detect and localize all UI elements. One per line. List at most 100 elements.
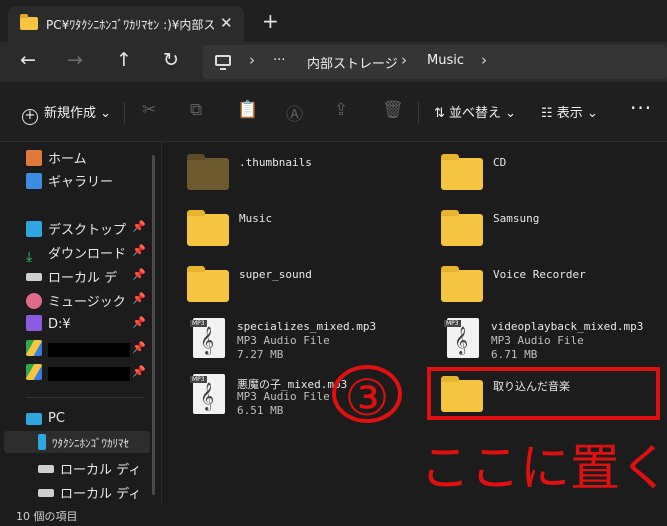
sidebar-item-downloads[interactable]: ⤓ ダウンロード 📌 <box>26 243 146 265</box>
refresh-button[interactable]: ↻ <box>163 50 179 70</box>
file-name: Voice Recorder <box>493 268 586 281</box>
copy-icon[interactable]: ⧉ <box>190 100 202 120</box>
file-type: MP3 Audio File <box>237 390 330 403</box>
forward-button[interactable]: → <box>67 50 83 70</box>
sidebar-item-label: ギャラリー <box>48 175 114 190</box>
folder-item-voice-recorder[interactable]: Voice Recorder <box>441 264 661 310</box>
pin-icon: 📌 <box>132 268 146 281</box>
cut-icon[interactable]: ✂ <box>142 100 156 120</box>
folder-item-super-sound[interactable]: super_sound <box>187 264 417 310</box>
pane-divider[interactable] <box>161 142 162 504</box>
phone-icon <box>38 434 46 450</box>
folder-item-thumbnails[interactable]: .thumbnails <box>187 152 417 198</box>
sidebar-item-label: D:¥ <box>48 317 71 332</box>
music-icon <box>26 293 42 309</box>
sidebar-scrollbar[interactable] <box>152 155 155 495</box>
sidebar-item-label: PC <box>48 411 65 426</box>
file-name: specializes_mixed.mp3 <box>237 320 377 333</box>
close-tab-icon[interactable]: ✕ <box>220 14 233 32</box>
folder-item-cd[interactable]: CD <box>441 152 661 198</box>
folder-icon <box>441 266 483 302</box>
sidebar-item-label: ミュージック <box>48 295 126 310</box>
sort-label: 並べ替え <box>449 106 502 121</box>
sidebar-item-home[interactable]: ホーム <box>26 148 87 170</box>
pin-icon: 📌 <box>132 341 146 354</box>
new-tab-button[interactable]: + <box>262 9 279 33</box>
instruction-annotation: ここに置く <box>420 439 667 497</box>
view-label: 表示 <box>556 106 583 121</box>
highlight-box-annotation <box>427 367 660 420</box>
new-button[interactable]: + 新規作成 ⌄ <box>22 102 111 125</box>
tab-title: PC¥ﾜﾀｸｼﾆﾎﾝｺﾞﾜｶﾘﾏｾﾝ :)¥内部ストレ <box>46 18 216 32</box>
file-type: MP3 Audio File <box>491 334 584 347</box>
file-name: Music <box>239 212 273 225</box>
tab-current[interactable]: PC¥ﾜﾀｸｼﾆﾎﾝｺﾞﾜｶﾘﾏｾﾝ :)¥内部ストレ ✕ <box>8 6 244 42</box>
item-count: 10 個の項目 <box>16 510 78 523</box>
pin-icon: 📌 <box>132 220 146 233</box>
sidebar-item-label: ローカル デ <box>48 271 118 286</box>
paste-icon[interactable]: 📋 <box>237 100 258 120</box>
file-name: super_sound <box>239 268 312 281</box>
view-button[interactable]: ☷ 表示 ⌄ <box>541 102 598 121</box>
sidebar-item-label: ﾜﾀｸｼﾆﾎﾝｺﾞﾜｶﾘﾏｾ <box>52 437 129 450</box>
sidebar-item-music[interactable]: ミュージック 📌 <box>26 291 146 313</box>
sidebar-item-label: デスクトップ <box>48 223 127 238</box>
breadcrumb-internal-storage[interactable]: 内部ストレージ <box>307 53 398 72</box>
delete-icon[interactable]: 🗑 <box>382 100 404 120</box>
back-button[interactable]: ← <box>20 50 36 70</box>
toolbar-divider <box>124 102 125 124</box>
sidebar-item-phone[interactable]: ﾜﾀｸｼﾆﾎﾝｺﾞﾜｶﾘﾏｾ <box>38 434 148 456</box>
sort-button[interactable]: ⇅ 並べ替え ⌄ <box>434 102 516 121</box>
share-icon[interactable]: ⇪ <box>334 100 348 120</box>
folder-item-samsung[interactable]: Samsung <box>441 208 661 254</box>
download-icon: ⤓ <box>26 249 33 265</box>
folder-icon <box>20 14 38 30</box>
music-note-icon: 𝄞 <box>454 326 469 354</box>
address-bar[interactable]: › ··· 内部ストレージ › Music › <box>203 45 667 79</box>
toolbar-divider <box>418 102 419 124</box>
chevron-right-icon[interactable]: › <box>401 51 407 69</box>
file-name: videoplayback_mixed.mp3 <box>491 320 644 333</box>
sidebar-item-label: ローカル ディ <box>60 487 142 502</box>
desktop-icon <box>26 221 42 237</box>
file-size: 7.27 MB <box>237 348 284 361</box>
sidebar-separator <box>26 397 144 398</box>
rename-icon[interactable]: Ⓐ <box>286 100 303 125</box>
folder-icon <box>441 210 483 246</box>
mp3-file-icon: MP3 𝄞 <box>190 318 225 358</box>
sidebar-item-local-disk[interactable]: ローカル デ 📌 <box>26 267 146 289</box>
sidebar-item-label: ローカル ディ <box>60 463 142 478</box>
redacted-label <box>48 367 130 381</box>
file-name: CD <box>493 156 507 169</box>
folder-icon <box>187 210 229 246</box>
sidebar-item-drive-d[interactable]: D:¥ 📌 <box>26 315 146 337</box>
sidebar-item-local-disk-1[interactable]: ローカル ディ <box>38 459 148 481</box>
view-icon: ☷ <box>541 106 557 121</box>
folder-item-music[interactable]: Music <box>187 208 417 254</box>
sidebar-item-local-disk-2[interactable]: ローカル ディ <box>38 483 148 505</box>
mp3-file-icon: MP3 𝄞 <box>190 374 225 414</box>
file-size: 6.51 MB <box>237 404 284 417</box>
mp3-file-icon: MP3 𝄞 <box>444 318 479 358</box>
tab-strip: PC¥ﾜﾀｸｼﾆﾎﾝｺﾞﾜｶﾘﾏｾﾝ :)¥内部ストレ ✕ + <box>0 0 667 42</box>
redacted-label <box>48 343 130 357</box>
file-name: .thumbnails <box>239 156 312 169</box>
folder-icon <box>187 154 229 190</box>
sidebar-item-label: ホーム <box>48 152 87 167</box>
music-note-icon: 𝄞 <box>200 326 215 354</box>
up-button[interactable]: ↑ <box>116 50 132 70</box>
chevron-right-icon[interactable]: › <box>481 51 487 69</box>
file-size: 6.71 MB <box>491 348 538 361</box>
sort-icon: ⇅ <box>434 106 450 121</box>
chevron-right-icon[interactable]: › <box>249 51 255 69</box>
breadcrumb-overflow[interactable]: ··· <box>273 53 285 68</box>
breadcrumb-music[interactable]: Music <box>427 53 464 68</box>
more-options-button[interactable]: ··· <box>630 96 652 120</box>
plus-icon: + <box>22 109 38 125</box>
pin-icon: 📌 <box>132 292 146 305</box>
sidebar-item-pc[interactable]: PC <box>26 411 65 433</box>
sidebar-item-desktop[interactable]: デスクトップ 📌 <box>26 219 146 241</box>
file-item-videoplayback-mixed[interactable]: MP3 𝄞 videoplayback_mixed.mp3 MP3 Audio F… <box>439 318 663 364</box>
file-item-specializes-mixed[interactable]: MP3 𝄞 specializes_mixed.mp3 MP3 Audio Fil… <box>185 318 425 364</box>
sidebar-item-gallery[interactable]: ギャラリー <box>26 171 113 193</box>
